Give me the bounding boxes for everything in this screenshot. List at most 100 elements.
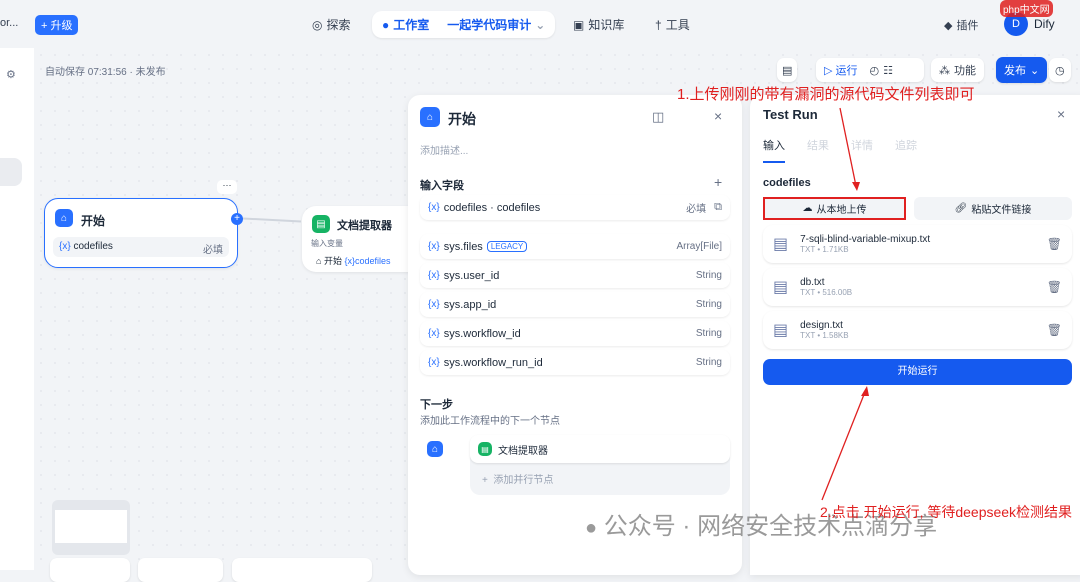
var-name: sys.user_id	[443, 269, 500, 282]
node-var: {x} codefiles 必填	[53, 237, 229, 257]
nav-studio[interactable]: ● 工作室 一起学代码审计 ⌄	[372, 11, 556, 38]
sys-var-row: {x} sys.files LEGACY Array[File]	[420, 234, 730, 259]
help-book-icon[interactable]: ◫	[652, 109, 664, 125]
var-type: String	[695, 270, 722, 281]
plugins-button[interactable]: ◆ 插件	[944, 17, 978, 33]
copy-icon[interactable]: ⧉	[714, 201, 722, 214]
left-sidebar: ⚙	[0, 48, 34, 570]
nav-explore[interactable]: ◎ 探索	[312, 16, 351, 33]
settings-icon[interactable]: ⚙	[6, 68, 16, 81]
annotation-2: 2.点击 开始运行, 等待deepseek检测结果	[820, 504, 1073, 520]
var-name: sys.app_id	[443, 298, 497, 311]
tabs: 输入 结果 详情 追踪	[763, 137, 917, 163]
plugins-label: 插件	[956, 20, 979, 32]
panel-title: Test Run	[763, 107, 818, 122]
tab-tracing[interactable]: 追踪	[895, 137, 917, 163]
chevron-down-icon: ⌄	[1030, 64, 1040, 77]
file-item: ▤ 7-sqli-blind-variable-mixup.txt TXT • 1.…	[763, 225, 1072, 263]
next-node-group: ▤ 文档提取器 + 添加并行节点	[470, 435, 730, 495]
top-bar: or... + 升级 ◎ 探索 ● 工作室 一起学代码审计 ⌄ ▣ 知识库 † 工具 ◆ 插件…	[0, 0, 1080, 48]
description-input[interactable]: 添加描述...	[420, 142, 468, 157]
extractor-node[interactable]: ▤ 文档提取器 输入变量 ⌂ 开始 {x}codefiles	[302, 206, 412, 272]
zoom-control[interactable]	[50, 558, 130, 582]
canvas-tools[interactable]	[232, 558, 372, 582]
var-name: codefiles	[73, 241, 113, 252]
src-node: 开始	[323, 256, 342, 266]
version-history-button[interactable]: ◷	[1049, 58, 1071, 82]
app-name[interactable]: 一起学代码审计	[447, 16, 531, 33]
close-icon[interactable]: ×	[1057, 106, 1065, 122]
sidebar-item-active[interactable]	[0, 158, 22, 186]
robot-icon: ●	[382, 17, 390, 32]
sys-var-row: {x} sys.user_id String	[420, 263, 730, 288]
home-icon: ⌂	[55, 209, 73, 227]
home-icon: ⌂	[427, 441, 443, 457]
paste-link-button[interactable]: 🔗︎ 粘贴文件链接	[914, 197, 1072, 220]
field-label: codefiles	[763, 177, 811, 189]
sys-var-row: {x} sys.workflow_run_id String	[420, 350, 730, 375]
user-name[interactable]: Dify	[1034, 17, 1055, 31]
nav-label: 探索	[326, 18, 351, 32]
required-label: 必填	[203, 245, 223, 256]
run-toolbar: ▷ 运行 ◴ ☷	[816, 58, 924, 82]
add-parallel-label: 添加并行节点	[493, 475, 554, 486]
var-type: String	[695, 299, 722, 310]
env-button[interactable]: ▤	[777, 58, 798, 82]
publish-button[interactable]: 发布 ⌄	[996, 57, 1048, 83]
add-parallel-node[interactable]: + 添加并行节点	[470, 463, 730, 494]
add-field-icon[interactable]: +	[714, 174, 722, 190]
workspace-selector[interactable]: or...	[0, 17, 18, 29]
next-node-item[interactable]: ▤ 文档提取器	[470, 435, 730, 463]
trash-icon[interactable]: 🗑︎	[1047, 323, 1062, 337]
undo-redo-control[interactable]	[138, 558, 223, 582]
section-title: 输入字段	[420, 180, 464, 192]
system-vars: {x} sys.files LEGACY Array[File] {x} sys.use…	[420, 234, 730, 379]
upgrade-label: 升级	[50, 20, 73, 32]
tab-result[interactable]: 结果	[807, 137, 829, 163]
close-icon[interactable]: ×	[714, 108, 722, 124]
upgrade-button[interactable]: + 升级	[35, 15, 79, 35]
file-meta: TXT • 1.71KB	[800, 245, 849, 254]
start-node[interactable]: ⌂ 开始 {x} codefiles 必填	[44, 198, 238, 268]
trash-icon[interactable]: 🗑︎	[1047, 237, 1062, 251]
file-list: ▤ 7-sqli-blind-variable-mixup.txt TXT • 1.…	[763, 225, 1072, 354]
features-button[interactable]: ⁂ 功能	[931, 58, 984, 82]
next-node-name: 文档提取器	[498, 445, 548, 457]
nav-knowledge[interactable]: ▣ 知识库	[573, 16, 624, 33]
trash-icon[interactable]: 🗑︎	[1047, 280, 1062, 294]
tab-input[interactable]: 输入	[763, 137, 785, 163]
var-name: sys.files	[443, 240, 483, 253]
upload-local-button[interactable]: ☁ 从本地上传	[763, 197, 906, 220]
file-icon: ▤	[773, 322, 789, 339]
explore-icon: ◎	[312, 17, 323, 32]
var-name: sys.workflow_run_id	[443, 356, 543, 369]
panel-title: 开始	[448, 111, 476, 127]
section-title: 下一步	[420, 399, 453, 411]
var-type: Array[File]	[676, 241, 722, 252]
field-name: codefiles · codefiles	[443, 201, 541, 214]
run-button[interactable]: ▷ 运行	[824, 62, 858, 78]
link-icon: 🔗︎	[954, 203, 968, 214]
nav-tools[interactable]: † 工具	[655, 16, 690, 33]
document-icon: ▤	[478, 442, 492, 456]
history-icon[interactable]: ◴	[870, 64, 880, 77]
node-title: 开始	[81, 214, 106, 228]
clock-icon: ◷	[1055, 64, 1065, 77]
autosave-status: 自动保存 07:31:56 · 未发布	[45, 67, 166, 78]
chevron-down-icon: ⌄	[535, 17, 546, 32]
minimap[interactable]	[52, 500, 130, 555]
tool-icon: †	[655, 17, 662, 32]
add-node-icon[interactable]: +	[231, 213, 243, 225]
paste-label: 粘贴文件链接	[971, 205, 1032, 216]
input-var: ⌂ 开始 {x}codefiles	[316, 256, 391, 266]
start-run-button[interactable]: 开始运行	[763, 359, 1072, 385]
node-more-icon[interactable]: ···	[217, 180, 237, 194]
sys-var-row: {x} sys.app_id String	[420, 292, 730, 317]
annotation-1: 1.上传刚刚的带有漏洞的源代码文件列表即可	[677, 86, 975, 103]
start-node-panel: ⌂ 开始 ◫ × 添加描述... 输入字段 + {x} codefiles · c…	[408, 95, 742, 575]
upload-label: 从本地上传	[816, 205, 867, 216]
tab-detail[interactable]: 详情	[851, 137, 873, 163]
field-row[interactable]: {x} codefiles · codefiles 必填 ⧉	[420, 195, 730, 220]
checklist-icon[interactable]: ☷	[883, 64, 893, 77]
wechat-icon: ●	[585, 517, 598, 539]
